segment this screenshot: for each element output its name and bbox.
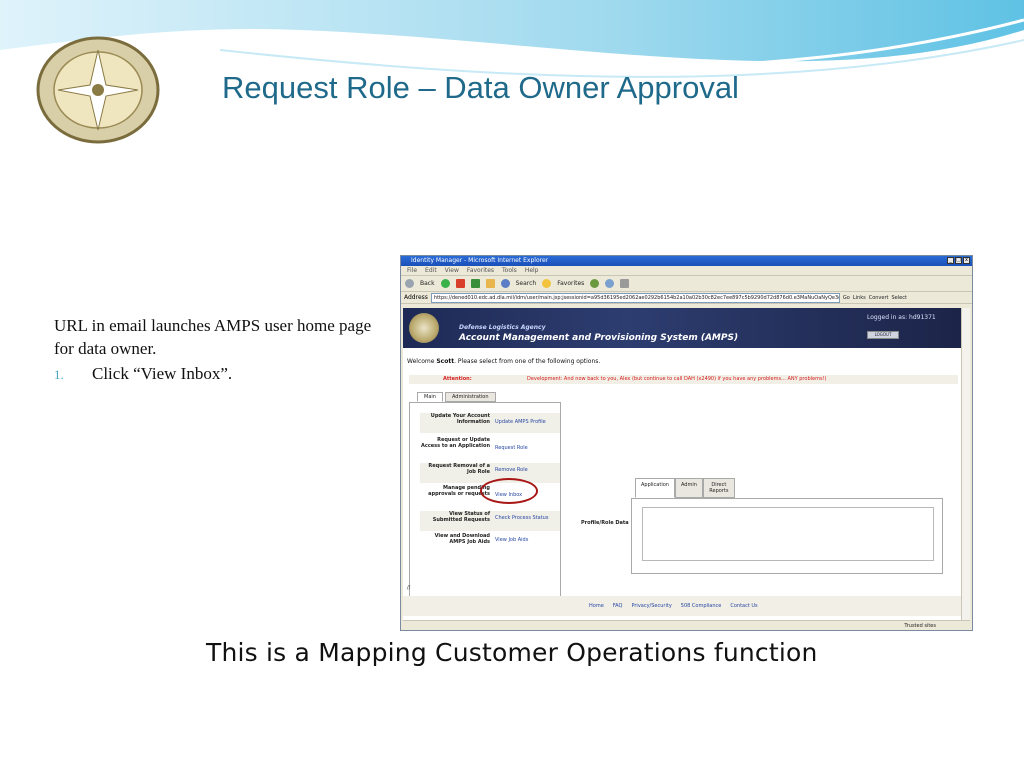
agency-name: Defense Logistics Agency [459, 324, 546, 331]
attention-label: Attention: [443, 376, 472, 382]
favorites-label[interactable]: Favorites [557, 280, 584, 287]
dla-seal-icon [409, 313, 439, 343]
notes-intro: URL in email launches AMPS user home pag… [54, 316, 372, 358]
attention-bar: Attention: Development: And now back to … [409, 375, 958, 384]
tab-administration[interactable]: Administration [444, 392, 496, 402]
security-zone: Trusted sites [904, 623, 936, 629]
go-button[interactable]: Go [843, 295, 850, 301]
menu-view[interactable]: View [445, 266, 459, 275]
option-row: View Status of Submitted Requests Check … [420, 511, 560, 531]
browser-statusbar: Trusted sites [403, 620, 970, 630]
window-controls: _ □ x [947, 257, 970, 264]
step-number: 1. [54, 367, 64, 382]
address-label: Address [404, 294, 428, 301]
option-row: Request or Update Access to an Applicati… [420, 437, 560, 457]
select-button[interactable]: Select [891, 295, 906, 301]
links-button[interactable]: Links [853, 295, 866, 301]
step-text: Click “View Inbox”. [92, 364, 233, 383]
request-role-link[interactable]: Request Role [495, 445, 528, 451]
forward-icon[interactable] [440, 279, 450, 288]
page-footer: Home FAQ Privacy/Security 508 Compliance… [403, 596, 964, 616]
welcome-suffix: . Please select from one of the followin… [454, 358, 601, 365]
footer-link-contact[interactable]: Contact Us [730, 596, 757, 616]
browser-menubar: File Edit View Favorites Tools Help [401, 266, 972, 276]
remove-role-link[interactable]: Remove Role [495, 467, 528, 473]
update-amps-profile-link[interactable]: Update AMPS Profile [495, 419, 546, 425]
welcome-user: Scott [436, 358, 455, 365]
mapping-business-system-logo [36, 36, 160, 144]
url-input[interactable]: https://dened010.edc.ad.dla.mil/idm/user… [430, 292, 840, 303]
footer-link-508[interactable]: 508 Compliance [681, 596, 722, 616]
check-process-status-link[interactable]: Check Process Status [495, 515, 548, 521]
option-label: View and Download AMPS Job Aids [434, 533, 490, 545]
profile-tabs: Application Admin Direct Reports [635, 478, 735, 498]
option-row: View and Download AMPS Job Aids View Job… [420, 533, 560, 553]
back-label[interactable]: Back [420, 280, 435, 287]
profile-role-data-label: Profile/Role Data [581, 520, 629, 526]
option-row: Update Your Account Information Update A… [420, 413, 560, 433]
footer-link-home[interactable]: Home [589, 596, 604, 616]
minimize-icon[interactable]: _ [947, 257, 954, 264]
menu-tools[interactable]: Tools [502, 266, 517, 275]
maximize-icon[interactable]: □ [955, 257, 962, 264]
menu-favorites[interactable]: Favorites [467, 266, 494, 275]
window-title: Identity Manager - Microsoft Internet Ex… [411, 257, 549, 264]
view-inbox-highlight-oval [480, 478, 538, 504]
profile-role-data-textarea[interactable] [642, 507, 934, 561]
option-label: View Status of Submitted Requests [432, 511, 490, 523]
stop-icon[interactable] [455, 279, 465, 288]
main-tabs: Main Administration [417, 392, 496, 402]
option-label: Request or Update Access to an Applicati… [420, 437, 490, 449]
tab-main[interactable]: Main [417, 392, 443, 402]
home-icon[interactable] [485, 279, 495, 288]
notes-step-1: 1. Click “View Inbox”. [54, 362, 374, 386]
slide-caption: This is a Mapping Customer Operations fu… [206, 638, 818, 667]
amps-banner: Defense Logistics Agency Account Managem… [403, 308, 964, 348]
attention-message: Development: And now back to you, Alex (… [527, 376, 827, 382]
menu-file[interactable]: File [407, 266, 417, 275]
slide-title: Request Role – Data Owner Approval [222, 70, 739, 105]
refresh-icon[interactable] [470, 279, 480, 288]
media-icon[interactable] [590, 279, 600, 288]
close-icon[interactable]: x [963, 257, 970, 264]
tab-direct-reports[interactable]: Direct Reports [702, 478, 735, 498]
search-icon[interactable] [500, 279, 510, 288]
page-content: Defense Logistics Agency Account Managem… [403, 308, 964, 620]
browser-toolbar: Back Search Favorites [401, 276, 972, 292]
logout-button[interactable]: LOGOUT [867, 331, 899, 339]
print-icon[interactable] [620, 279, 630, 288]
favorites-star-icon[interactable] [542, 279, 552, 288]
browser-window: Identity Manager - Microsoft Internet Ex… [400, 255, 973, 631]
option-label: Update Your Account Information [430, 413, 490, 425]
page-scrollbar[interactable] [961, 308, 970, 620]
slide-notes: URL in email launches AMPS user home pag… [54, 314, 374, 386]
tab-admin[interactable]: Admin [674, 478, 703, 498]
system-name: Account Management and Provisioning Syst… [459, 333, 739, 343]
footer-links: Home FAQ Privacy/Security 508 Compliance… [589, 596, 758, 616]
page-slash-text: // [407, 585, 411, 591]
logged-in-status: Logged in as: hd91371 [867, 314, 936, 321]
menu-edit[interactable]: Edit [425, 266, 437, 275]
view-job-aids-link[interactable]: View Job Aids [495, 537, 528, 543]
options-panel: Update Your Account Information Update A… [409, 402, 561, 608]
footer-link-faq[interactable]: FAQ [613, 596, 623, 616]
mail-icon[interactable] [605, 279, 615, 288]
search-label[interactable]: Search [516, 280, 537, 287]
address-bar: Address https://dened010.edc.ad.dla.mil/… [401, 292, 972, 304]
welcome-message: Welcome Scott. Please select from one of… [407, 358, 600, 365]
menu-help[interactable]: Help [525, 266, 539, 275]
profile-role-data-box [631, 498, 943, 574]
tab-application[interactable]: Application [635, 478, 675, 498]
convert-button[interactable]: Convert [869, 295, 889, 301]
back-icon[interactable] [405, 279, 414, 288]
browser-titlebar: Identity Manager - Microsoft Internet Ex… [401, 256, 972, 266]
footer-link-privacy[interactable]: Privacy/Security [631, 596, 671, 616]
welcome-prefix: Welcome [407, 358, 437, 365]
option-label: Request Removal of a Job Role [428, 463, 490, 475]
